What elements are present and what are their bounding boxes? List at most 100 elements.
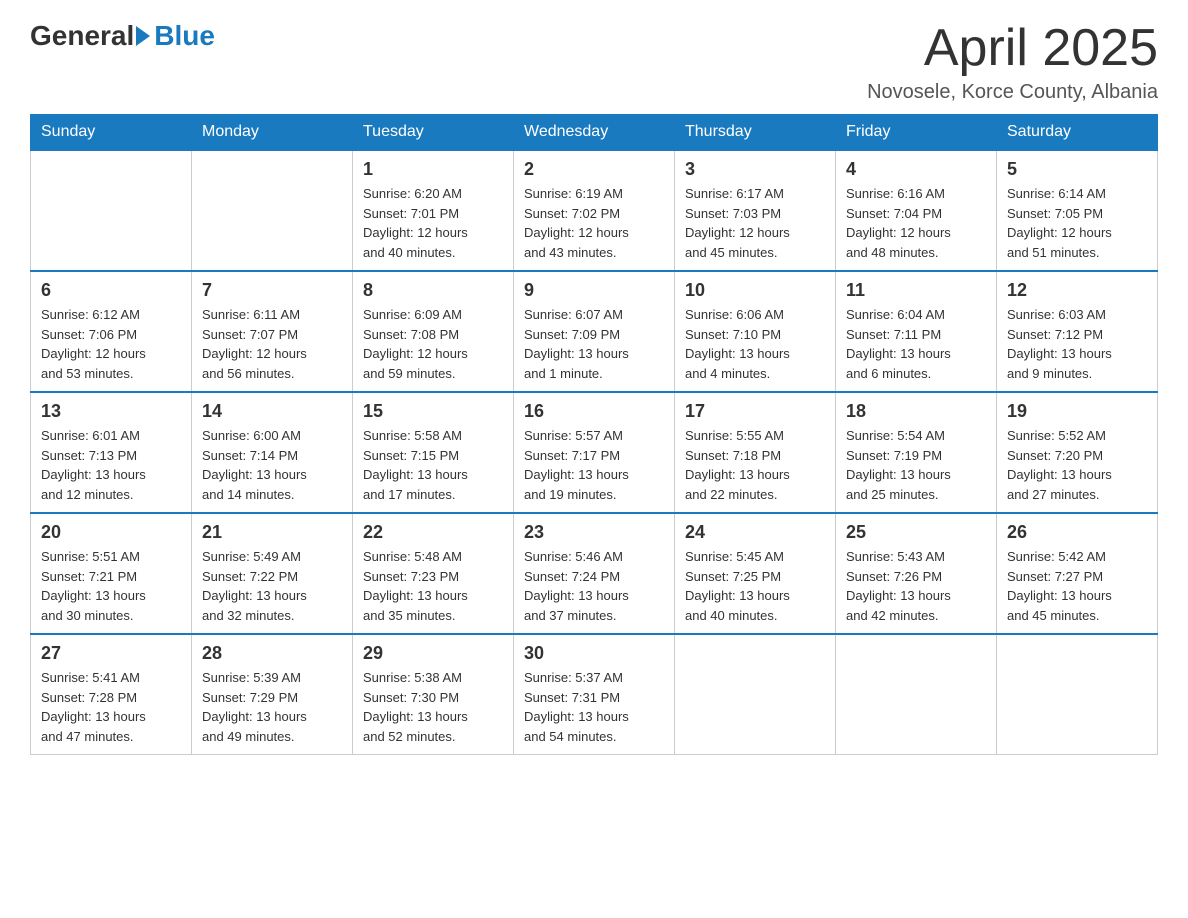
day-number: 11	[846, 280, 986, 301]
day-number: 17	[685, 401, 825, 422]
day-number: 6	[41, 280, 181, 301]
page-header: General Blue April 2025 Novosele, Korce …	[30, 20, 1158, 104]
calendar-cell: 29 Sunrise: 5:38 AM Sunset: 7:30 PM Dayli…	[353, 634, 514, 755]
day-info: Sunrise: 6:00 AM Sunset: 7:14 PM Dayligh…	[202, 426, 342, 504]
calendar-cell: 18 Sunrise: 5:54 AM Sunset: 7:19 PM Dayli…	[836, 392, 997, 513]
calendar-cell: 7Sunrise: 6:11 AM Sunset: 7:07 PM Daylig…	[192, 271, 353, 392]
day-number: 8	[363, 280, 503, 301]
logo: General Blue	[30, 20, 215, 52]
calendar-cell: 3 Sunrise: 6:17 AM Sunset: 7:03 PM Daylig…	[675, 150, 836, 271]
logo-general-text: General	[30, 20, 134, 52]
calendar-cell: 14 Sunrise: 6:00 AM Sunset: 7:14 PM Dayli…	[192, 392, 353, 513]
calendar-cell	[997, 634, 1158, 755]
day-info: Sunrise: 5:38 AM Sunset: 7:30 PM Dayligh…	[363, 668, 503, 746]
day-number: 26	[1007, 522, 1147, 543]
day-info: Sunrise: 5:43 AM Sunset: 7:26 PM Dayligh…	[846, 547, 986, 625]
day-info: Sunrise: 5:45 AM Sunset: 7:25 PM Dayligh…	[685, 547, 825, 625]
calendar-cell	[31, 150, 192, 271]
weekday-header-tuesday: Tuesday	[353, 115, 514, 151]
calendar-cell: 2 Sunrise: 6:19 AM Sunset: 7:02 PM Daylig…	[514, 150, 675, 271]
calendar-cell: 25 Sunrise: 5:43 AM Sunset: 7:26 PM Dayli…	[836, 513, 997, 634]
calendar-week-row: 6Sunrise: 6:12 AM Sunset: 7:06 PM Daylig…	[31, 271, 1158, 392]
day-number: 22	[363, 522, 503, 543]
day-info: Sunrise: 5:41 AM Sunset: 7:28 PM Dayligh…	[41, 668, 181, 746]
calendar-cell: 19 Sunrise: 5:52 AM Sunset: 7:20 PM Dayli…	[997, 392, 1158, 513]
weekday-header-sunday: Sunday	[31, 115, 192, 151]
calendar-cell: 24 Sunrise: 5:45 AM Sunset: 7:25 PM Dayli…	[675, 513, 836, 634]
day-info: Sunrise: 5:37 AM Sunset: 7:31 PM Dayligh…	[524, 668, 664, 746]
calendar-cell: 27 Sunrise: 5:41 AM Sunset: 7:28 PM Dayli…	[31, 634, 192, 755]
calendar-cell	[675, 634, 836, 755]
day-number: 28	[202, 643, 342, 664]
calendar-cell	[836, 634, 997, 755]
day-info: Sunrise: 6:06 AM Sunset: 7:10 PM Dayligh…	[685, 305, 825, 383]
calendar-cell: 8 Sunrise: 6:09 AM Sunset: 7:08 PM Daylig…	[353, 271, 514, 392]
calendar-week-row: 20 Sunrise: 5:51 AM Sunset: 7:21 PM Dayli…	[31, 513, 1158, 634]
weekday-header-monday: Monday	[192, 115, 353, 151]
calendar-cell: 16 Sunrise: 5:57 AM Sunset: 7:17 PM Dayli…	[514, 392, 675, 513]
day-number: 16	[524, 401, 664, 422]
calendar-cell: 30 Sunrise: 5:37 AM Sunset: 7:31 PM Dayli…	[514, 634, 675, 755]
day-info: Sunrise: 5:51 AM Sunset: 7:21 PM Dayligh…	[41, 547, 181, 625]
day-info: Sunrise: 5:52 AM Sunset: 7:20 PM Dayligh…	[1007, 426, 1147, 504]
day-number: 2	[524, 159, 664, 180]
calendar-table: SundayMondayTuesdayWednesdayThursdayFrid…	[30, 114, 1158, 755]
day-info: Sunrise: 5:46 AM Sunset: 7:24 PM Dayligh…	[524, 547, 664, 625]
day-number: 3	[685, 159, 825, 180]
day-info: Sunrise: 6:16 AM Sunset: 7:04 PM Dayligh…	[846, 184, 986, 262]
day-number: 18	[846, 401, 986, 422]
calendar-cell: 13 Sunrise: 6:01 AM Sunset: 7:13 PM Dayli…	[31, 392, 192, 513]
day-info: Sunrise: 5:54 AM Sunset: 7:19 PM Dayligh…	[846, 426, 986, 504]
day-info: Sunrise: 5:58 AM Sunset: 7:15 PM Dayligh…	[363, 426, 503, 504]
calendar-cell: 23 Sunrise: 5:46 AM Sunset: 7:24 PM Dayli…	[514, 513, 675, 634]
day-number: 30	[524, 643, 664, 664]
calendar-cell: 5Sunrise: 6:14 AM Sunset: 7:05 PM Daylig…	[997, 150, 1158, 271]
calendar-cell: 20 Sunrise: 5:51 AM Sunset: 7:21 PM Dayli…	[31, 513, 192, 634]
day-info: Sunrise: 6:19 AM Sunset: 7:02 PM Dayligh…	[524, 184, 664, 262]
day-number: 10	[685, 280, 825, 301]
calendar-cell: 22 Sunrise: 5:48 AM Sunset: 7:23 PM Dayli…	[353, 513, 514, 634]
day-number: 25	[846, 522, 986, 543]
day-info: Sunrise: 6:09 AM Sunset: 7:08 PM Dayligh…	[363, 305, 503, 383]
calendar-week-row: 27 Sunrise: 5:41 AM Sunset: 7:28 PM Dayli…	[31, 634, 1158, 755]
weekday-header-row: SundayMondayTuesdayWednesdayThursdayFrid…	[31, 115, 1158, 151]
day-info: Sunrise: 6:04 AM Sunset: 7:11 PM Dayligh…	[846, 305, 986, 383]
month-year-title: April 2025	[867, 20, 1158, 77]
day-number: 5	[1007, 159, 1147, 180]
calendar-cell: 9Sunrise: 6:07 AM Sunset: 7:09 PM Daylig…	[514, 271, 675, 392]
day-number: 27	[41, 643, 181, 664]
day-number: 13	[41, 401, 181, 422]
calendar-cell: 21 Sunrise: 5:49 AM Sunset: 7:22 PM Dayli…	[192, 513, 353, 634]
day-number: 23	[524, 522, 664, 543]
day-info: Sunrise: 5:57 AM Sunset: 7:17 PM Dayligh…	[524, 426, 664, 504]
day-info: Sunrise: 6:20 AM Sunset: 7:01 PM Dayligh…	[363, 184, 503, 262]
calendar-week-row: 13 Sunrise: 6:01 AM Sunset: 7:13 PM Dayli…	[31, 392, 1158, 513]
day-info: Sunrise: 5:48 AM Sunset: 7:23 PM Dayligh…	[363, 547, 503, 625]
day-number: 20	[41, 522, 181, 543]
day-info: Sunrise: 6:11 AM Sunset: 7:07 PM Dayligh…	[202, 305, 342, 383]
calendar-cell: 26 Sunrise: 5:42 AM Sunset: 7:27 PM Dayli…	[997, 513, 1158, 634]
day-number: 21	[202, 522, 342, 543]
calendar-cell: 6Sunrise: 6:12 AM Sunset: 7:06 PM Daylig…	[31, 271, 192, 392]
weekday-header-thursday: Thursday	[675, 115, 836, 151]
title-block: April 2025 Novosele, Korce County, Alban…	[867, 20, 1158, 104]
logo-blue-part: Blue	[134, 20, 215, 52]
calendar-cell: 28Sunrise: 5:39 AM Sunset: 7:29 PM Dayli…	[192, 634, 353, 755]
day-number: 14	[202, 401, 342, 422]
day-number: 29	[363, 643, 503, 664]
day-number: 1	[363, 159, 503, 180]
day-number: 24	[685, 522, 825, 543]
day-info: Sunrise: 6:17 AM Sunset: 7:03 PM Dayligh…	[685, 184, 825, 262]
day-info: Sunrise: 5:42 AM Sunset: 7:27 PM Dayligh…	[1007, 547, 1147, 625]
calendar-cell: 1 Sunrise: 6:20 AM Sunset: 7:01 PM Daylig…	[353, 150, 514, 271]
day-info: Sunrise: 5:49 AM Sunset: 7:22 PM Dayligh…	[202, 547, 342, 625]
day-number: 19	[1007, 401, 1147, 422]
calendar-week-row: 1 Sunrise: 6:20 AM Sunset: 7:01 PM Daylig…	[31, 150, 1158, 271]
logo-arrow-icon	[136, 26, 150, 46]
day-number: 12	[1007, 280, 1147, 301]
day-info: Sunrise: 6:01 AM Sunset: 7:13 PM Dayligh…	[41, 426, 181, 504]
calendar-cell: 4Sunrise: 6:16 AM Sunset: 7:04 PM Daylig…	[836, 150, 997, 271]
location-subtitle: Novosele, Korce County, Albania	[867, 81, 1158, 104]
weekday-header-wednesday: Wednesday	[514, 115, 675, 151]
calendar-cell: 12Sunrise: 6:03 AM Sunset: 7:12 PM Dayli…	[997, 271, 1158, 392]
